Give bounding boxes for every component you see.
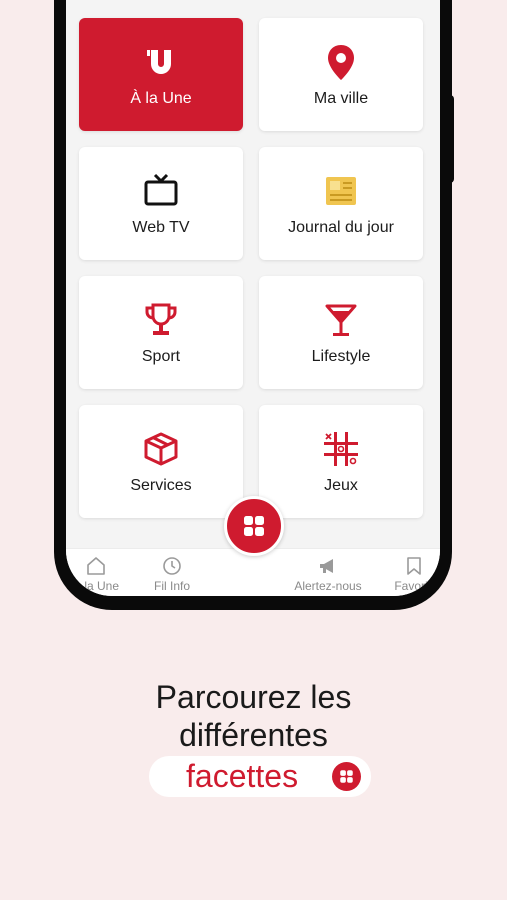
cocktail-icon — [325, 304, 357, 336]
nav-label: Alertez-nous — [294, 579, 362, 593]
megaphone-icon — [320, 559, 333, 573]
nav-alertez-nous[interactable]: Alertez-nous — [288, 555, 368, 593]
grid-icon — [244, 516, 264, 536]
map-pin-icon — [328, 44, 354, 80]
tile-label: Ma ville — [313, 89, 369, 107]
tagline-line-1: Parcourez les — [155, 679, 352, 715]
tile-jeux[interactable]: Jeux — [259, 405, 423, 518]
nav-favoris[interactable]: Favoris — [374, 555, 440, 593]
menu-grid-button[interactable] — [224, 496, 284, 556]
tile-label: À la Une — [130, 89, 192, 107]
phone-side-button — [447, 95, 454, 183]
trophy-icon — [145, 303, 177, 335]
u-logo-icon — [147, 49, 171, 74]
tile-ma-ville[interactable]: Ma ville — [259, 18, 423, 131]
highlight-pill: facettes — [149, 756, 371, 797]
home-icon — [87, 557, 105, 575]
tile-label: Journal du jour — [288, 218, 394, 236]
bookmark-icon — [407, 557, 421, 575]
tv-icon — [144, 173, 178, 205]
newspaper-icon — [326, 176, 356, 205]
tile-label: Jeux — [324, 476, 358, 494]
tile-label: Services — [130, 476, 192, 494]
clock-icon — [163, 557, 181, 575]
box-icon — [144, 432, 178, 465]
grid-icon — [332, 762, 361, 791]
nav-a-la-une[interactable]: À la Une — [66, 555, 136, 593]
nav-label: Fil Info — [153, 579, 190, 593]
nav-fil-info[interactable]: Fil Info — [132, 555, 212, 593]
tile-label: Web TV — [132, 218, 190, 236]
tile-label: Sport — [141, 347, 181, 365]
tile-sport[interactable]: Sport — [79, 276, 243, 389]
highlight-text: facettes — [186, 758, 299, 794]
tile-services[interactable]: Services — [79, 405, 243, 518]
nav-label: À la Une — [72, 579, 120, 593]
tagline: Parcourez les différentes — [0, 678, 507, 754]
tile-journal-du-jour[interactable]: Journal du jour — [259, 147, 423, 260]
phone-screen: À la Une Ma ville Web TV Journal du jour… — [66, 0, 440, 596]
nav-label: Favoris — [394, 579, 434, 593]
phone-mockup: À la Une Ma ville Web TV Journal du jour… — [54, 0, 452, 610]
tile-a-la-une[interactable]: À la Une — [79, 18, 243, 131]
tile-web-tv[interactable]: Web TV — [79, 147, 243, 260]
tic-tac-toe-icon — [324, 431, 358, 466]
tile-lifestyle[interactable]: Lifestyle — [259, 276, 423, 389]
tagline-line-2: différentes — [179, 717, 328, 753]
tile-label: Lifestyle — [311, 347, 371, 365]
